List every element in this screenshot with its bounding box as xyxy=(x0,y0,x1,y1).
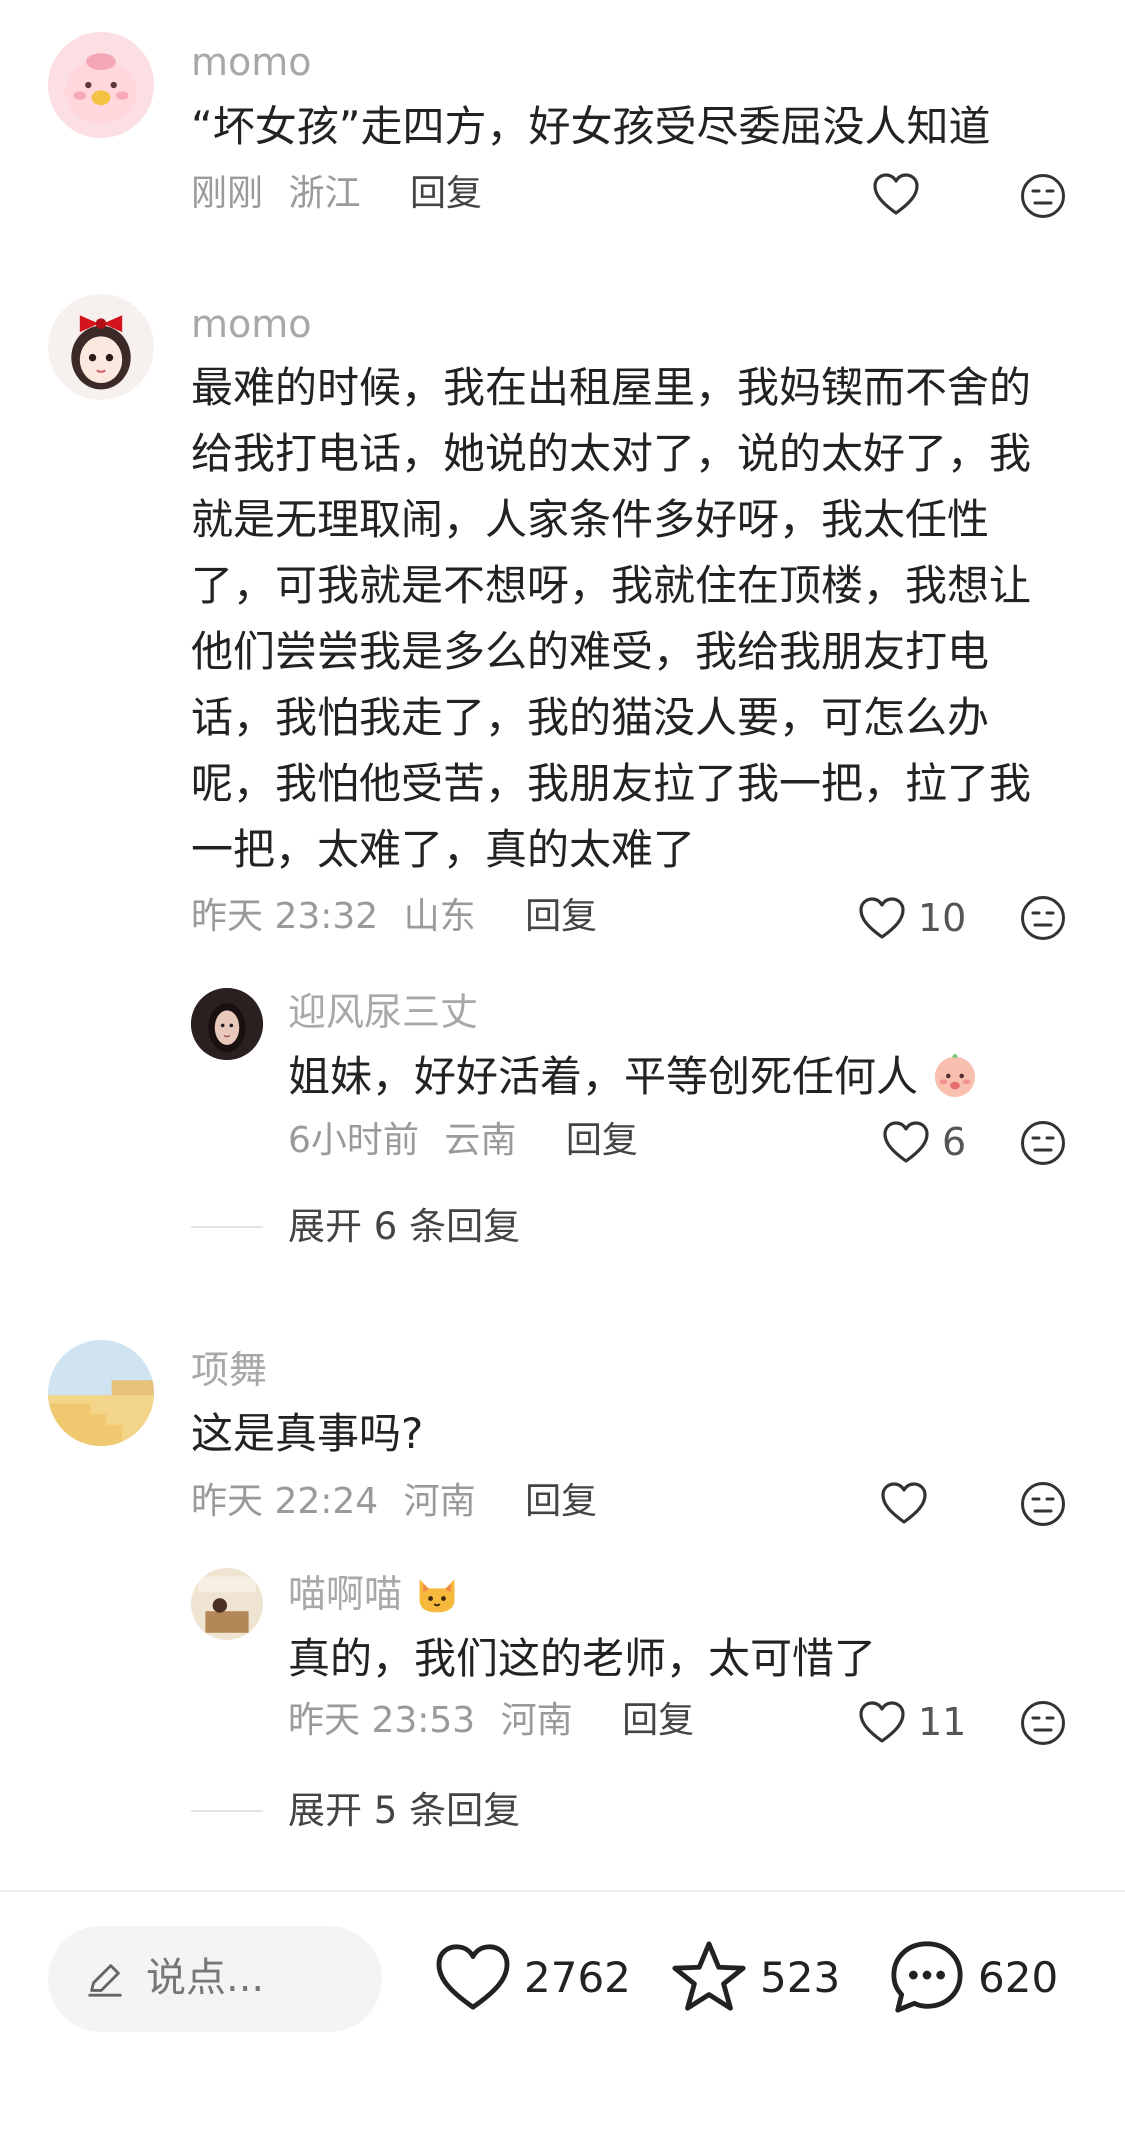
like-count: 10 xyxy=(918,896,967,940)
like-count: 11 xyxy=(918,1700,967,1744)
heart-icon xyxy=(883,1121,929,1163)
reply-location: 河南 xyxy=(500,1700,573,1741)
post-like-count: 2762 xyxy=(524,1952,631,2002)
reply-button[interactable]: 回复 xyxy=(622,1700,694,1741)
comment-username[interactable]: 项舞 xyxy=(191,1346,267,1394)
avatar[interactable] xyxy=(48,32,154,138)
like-button[interactable]: 11 xyxy=(858,1692,966,1752)
meh-face-icon[interactable] xyxy=(1020,1120,1066,1166)
meh-face-icon[interactable] xyxy=(1020,1700,1066,1746)
comment-username[interactable]: momo xyxy=(191,38,312,86)
expand-divider xyxy=(191,1226,263,1228)
comment-meta: 昨天 22:24 河南 回复 xyxy=(191,1478,597,1526)
meh-face-icon[interactable] xyxy=(1020,173,1066,219)
comment-time: 刚刚 xyxy=(191,173,264,214)
avatar[interactable] xyxy=(191,1568,263,1640)
reply-username: 喵啊喵 xyxy=(288,1570,460,1618)
like-button[interactable]: 6 xyxy=(882,1112,966,1172)
comment-meta: 昨天 23:32 山东 回复 xyxy=(191,893,597,941)
star-icon xyxy=(672,1941,746,2011)
reply-text: 姐妹，好好活着，平等创死任何人 xyxy=(288,1044,1048,1110)
expand-replies-button[interactable]: 展开 6 条回复 xyxy=(288,1202,520,1252)
favorite-button[interactable]: 523 xyxy=(670,1932,840,2022)
reply-button[interactable]: 回复 xyxy=(525,896,597,937)
baby-emoji-icon xyxy=(935,1053,976,1098)
like-button[interactable] xyxy=(880,1473,940,1533)
reply-time: 6小时前 xyxy=(288,1120,419,1161)
comment-text: “坏女孩”走四方，好女孩受尽委屈没人知道 xyxy=(191,102,991,151)
reply-text-content: 姐妹，好好活着，平等创死任何人 xyxy=(288,1052,919,1101)
comment-location: 河南 xyxy=(403,1481,476,1522)
heart-icon xyxy=(873,173,919,215)
avatar[interactable] xyxy=(48,1340,154,1446)
heart-icon xyxy=(859,1701,905,1743)
comment-time: 昨天 23:32 xyxy=(191,896,379,937)
heart-icon xyxy=(881,1482,927,1524)
reply-button[interactable]: 回复 xyxy=(410,173,482,214)
chat-bubble-icon xyxy=(891,1941,963,2013)
cat-emoji-icon xyxy=(419,1579,455,1613)
heart-icon xyxy=(436,1944,510,2010)
reply-username-text[interactable]: 喵啊喵 xyxy=(288,1572,402,1616)
pencil-icon xyxy=(88,1964,122,1997)
comment-text: 最难的时候，我在出租屋里，我妈锲而不舍的给我打电话，她说的太对了，说的太好了，我… xyxy=(191,363,1032,874)
bottom-action-bar: 说点... 2762 523 620 xyxy=(0,1890,1125,2139)
reply-meta: 6小时前 云南 回复 xyxy=(288,1117,638,1165)
expand-replies-button[interactable]: 展开 5 条回复 xyxy=(288,1786,520,1836)
comment-meta: 刚刚 浙江 回复 xyxy=(191,170,482,218)
comment-input-placeholder: 说点... xyxy=(146,1955,265,2001)
reply-location: 云南 xyxy=(444,1120,517,1161)
comments-button[interactable]: 620 xyxy=(888,1932,1058,2022)
comment-text: 这是真事吗? xyxy=(191,1409,424,1458)
reply-button[interactable]: 回复 xyxy=(566,1120,638,1161)
meh-face-icon[interactable] xyxy=(1020,895,1066,941)
reply-time: 昨天 23:53 xyxy=(288,1700,476,1741)
reply-username[interactable]: 迎风尿三丈 xyxy=(288,988,478,1036)
avatar[interactable] xyxy=(191,988,263,1060)
reply-text: 真的，我们这的老师，太可惜了 xyxy=(288,1634,877,1683)
favorite-count: 523 xyxy=(760,1952,841,2002)
like-post-button[interactable]: 2762 xyxy=(434,1932,631,2022)
reply-button[interactable]: 回复 xyxy=(525,1481,597,1522)
like-count: 6 xyxy=(942,1120,967,1164)
comment-count: 620 xyxy=(978,1952,1059,2002)
reply-meta: 昨天 23:53 河南 回复 xyxy=(288,1697,694,1745)
avatar[interactable] xyxy=(48,294,154,400)
heart-icon xyxy=(859,897,905,939)
comment-location: 山东 xyxy=(403,896,476,937)
like-button[interactable]: 10 xyxy=(858,888,966,948)
comment-input[interactable]: 说点... xyxy=(48,1926,382,2032)
comment-location: 浙江 xyxy=(288,173,361,214)
comment-time: 昨天 22:24 xyxy=(191,1481,379,1522)
comment-username[interactable]: momo xyxy=(191,300,312,348)
like-button[interactable] xyxy=(872,164,932,224)
expand-divider xyxy=(191,1810,263,1812)
meh-face-icon[interactable] xyxy=(1020,1481,1066,1527)
